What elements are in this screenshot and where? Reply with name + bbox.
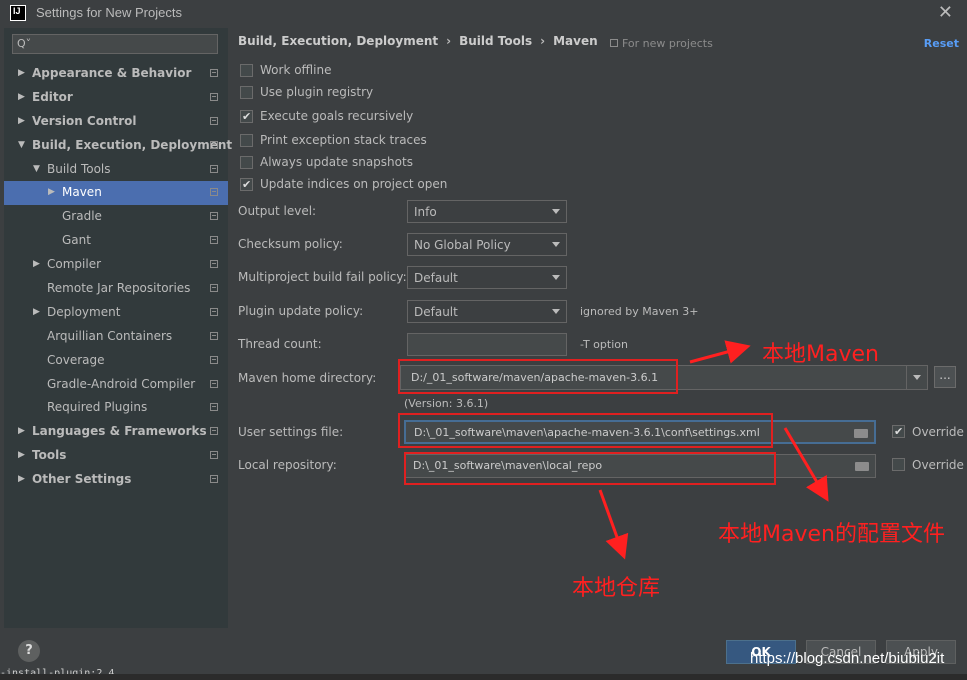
- annotation-local-repo: 本地仓库: [572, 576, 661, 601]
- annotation-maven-home: 本地Maven: [762, 342, 879, 367]
- arrow-to-maven-home: [689, 340, 751, 364]
- bottom-strip: [0, 674, 967, 680]
- annotation-settings-file: 本地Maven的配置文件: [718, 522, 945, 547]
- arrow-to-settings-file: [783, 427, 829, 502]
- arrow-to-local-repo: [598, 489, 629, 560]
- watermark-text: https://blog.csdn.net/biubiu2it: [750, 650, 945, 667]
